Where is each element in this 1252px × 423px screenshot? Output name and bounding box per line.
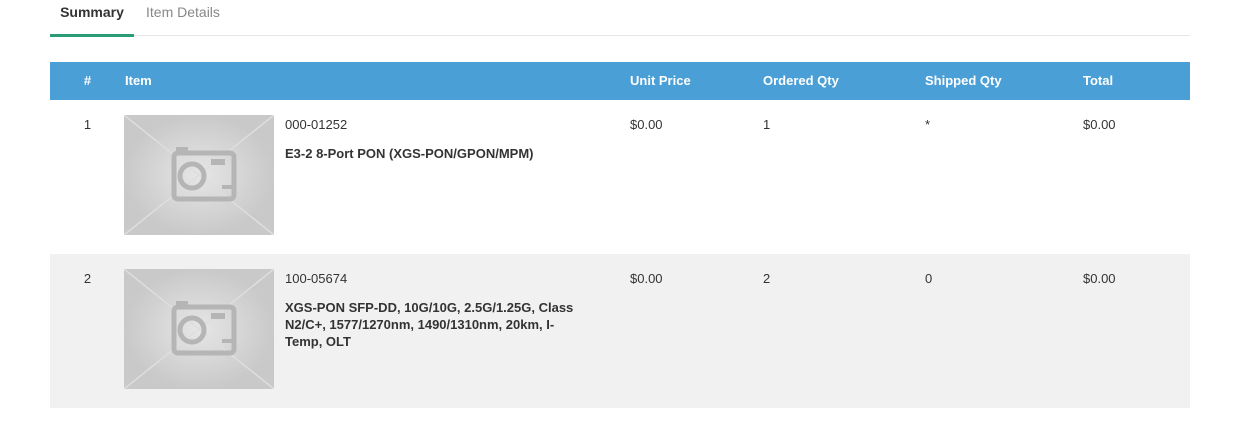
order-summary-page: Summary Item Details # Item Unit Price O… [0,0,1252,423]
row-total: $0.00 [1083,117,1116,132]
item-image-placeholder [124,115,274,235]
table-header: # Item Unit Price Ordered Qty Shipped Qt… [50,62,1190,100]
header-item: Item [125,73,152,88]
header-ordered-qty: Ordered Qty [763,73,839,88]
header-number: # [83,73,92,88]
unit-price: $0.00 [630,271,663,286]
item-image-placeholder [124,269,274,389]
header-unit-price: Unit Price [630,73,691,88]
camera-placeholder-icon [124,115,274,235]
unit-price: $0.00 [630,117,663,132]
header-shipped-qty: Shipped Qty [925,73,1002,88]
ordered-qty: 2 [763,271,771,286]
item-info: 100-05674 XGS-PON SFP-DD, 10G/10G, 2.5G/… [285,271,585,350]
tab-bar: Summary Item Details [50,0,1190,37]
table-row: 1 000-01252 E3-2 8-Port PON (XGS-PON/GPO… [50,100,1190,254]
camera-placeholder-icon [124,269,274,389]
header-total: Total [1083,73,1114,88]
row-number: 1 [83,117,92,132]
order-items-table: # Item Unit Price Ordered Qty Shipped Qt… [50,62,1190,408]
item-description: E3-2 8-Port PON (XGS-PON/GPON/MPM) [285,146,534,161]
shipped-qty: 0 [925,271,933,286]
row-total: $0.00 [1083,271,1116,286]
row-number: 2 [83,271,92,286]
shipped-qty: * [925,117,931,132]
table-row: 2 100-05674 XGS-PON SFP-DD, 10G/10G, 2.5… [50,254,1190,408]
tab-summary[interactable]: Summary [50,4,134,37]
ordered-qty: 1 [763,117,771,132]
item-info: 000-01252 E3-2 8-Port PON (XGS-PON/GPON/… [285,117,585,162]
item-description: XGS-PON SFP-DD, 10G/10G, 2.5G/1.25G, Cla… [285,300,574,349]
tab-item-details[interactable]: Item Details [146,4,220,35]
item-sku: 100-05674 [285,271,348,286]
item-sku: 000-01252 [285,117,348,132]
